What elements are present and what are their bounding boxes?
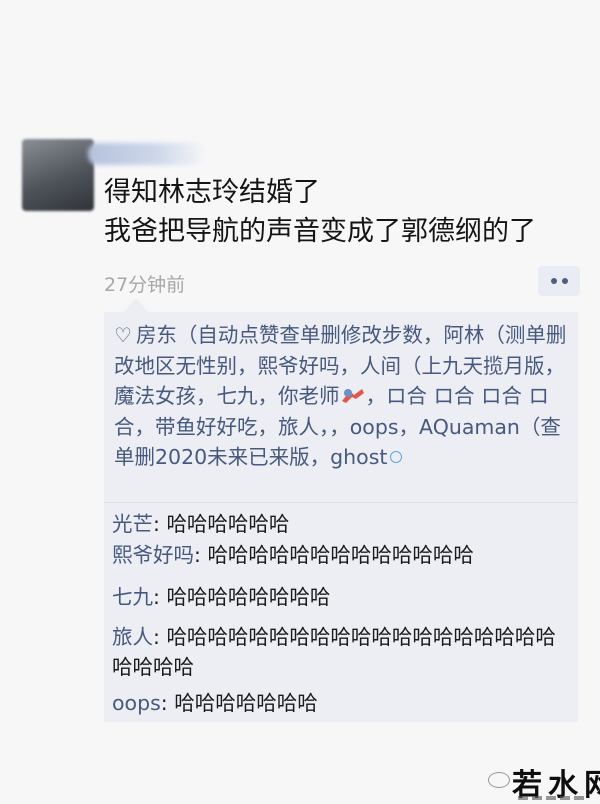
comment-text: 哈哈哈哈哈哈哈哈 [166,585,331,609]
divider [104,502,578,503]
comment-author[interactable]: 光芒 [112,512,153,536]
comment-author[interactable]: 七九 [112,585,153,609]
heart-icon: ♡ [114,323,132,347]
comment-text: 哈哈哈哈哈哈 [166,512,290,536]
watermark-underline [518,796,588,800]
avatar[interactable] [22,139,94,211]
comment-text: 哈哈哈哈哈哈哈哈哈哈哈哈哈哈哈哈哈哈哈哈哈哈哈 [112,625,556,679]
more-button[interactable] [538,266,580,296]
dot-icon [550,278,557,284]
post-text-line-2: 我爸把导航的声音变成了郭德纲的了 [104,216,536,247]
emoji-icon [341,389,364,403]
comment-separator: : [153,585,167,609]
comment-separator: : [153,512,167,536]
comment-row[interactable]: 旅人: 哈哈哈哈哈哈哈哈哈哈哈哈哈哈哈哈哈哈哈哈哈哈哈 [112,622,574,682]
comment-row[interactable]: 光芒: 哈哈哈哈哈哈 [112,509,574,539]
comment-author[interactable]: 熙爷好吗 [112,543,194,567]
likes-list: ♡ 房东（自动点赞查单删修改步数，阿林（测单删改地区无性别，熙爷好吗，人间（上九天… [114,320,574,473]
comment-row[interactable]: 七九: 哈哈哈哈哈哈哈哈 [112,582,574,612]
poster-name-blurred[interactable] [88,143,206,165]
comment-text: 哈哈哈哈哈哈哈哈哈哈哈哈哈 [207,543,474,567]
comment-text: 哈哈哈哈哈哈哈 [174,691,318,715]
comment-separator: : [160,691,175,715]
comment-author[interactable]: oops [112,691,161,715]
weibo-icon [488,772,510,788]
comment-row[interactable]: oops: 哈哈哈哈哈哈哈 [112,688,574,718]
comment-separator: : [153,625,167,649]
comment-author[interactable]: 旅人 [112,625,153,649]
post-timestamp: 27分钟前 [104,274,186,296]
ghost-badge-icon [390,451,403,463]
comment-row[interactable]: 熙爷好吗: 哈哈哈哈哈哈哈哈哈哈哈哈哈 [112,540,574,570]
dot-icon [561,278,568,284]
likes-comments-panel: ♡ 房东（自动点赞查单删修改步数，阿林（测单删改地区无性别，熙爷好吗，人间（上九天… [104,298,578,722]
post-text-line-1: 得知林志玲结婚了 [104,177,320,208]
comment-separator: : [194,543,208,567]
